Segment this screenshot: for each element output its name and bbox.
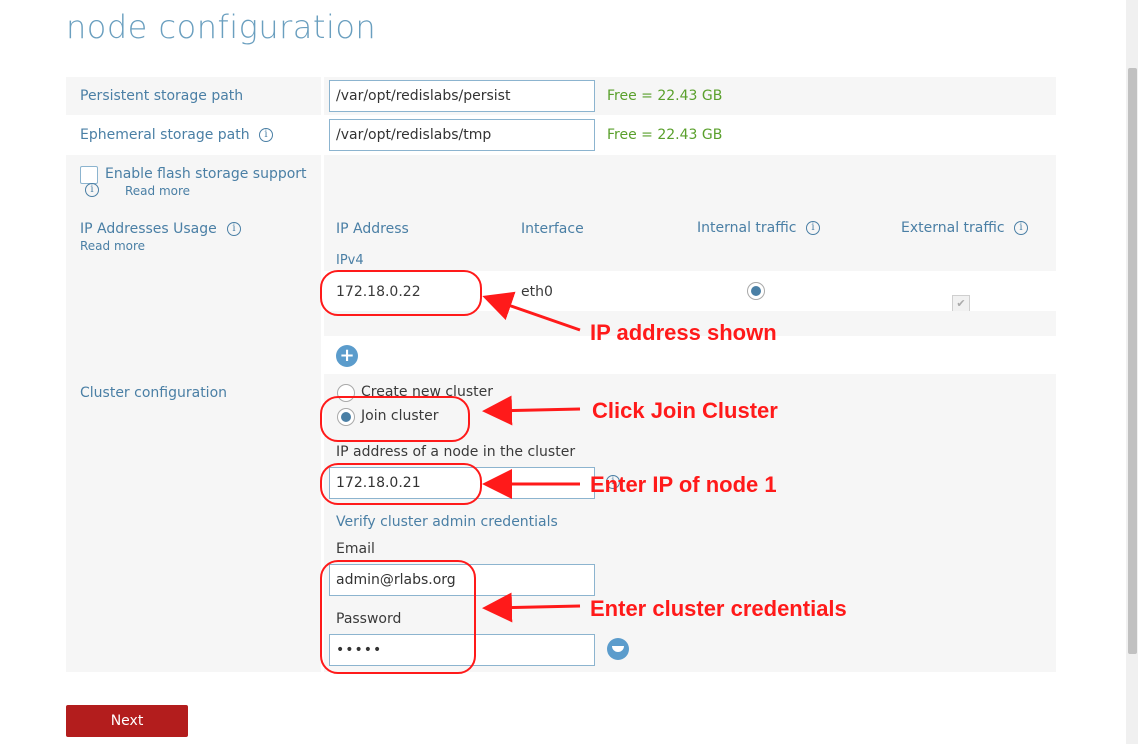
annotation-click-join: Click Join Cluster (592, 398, 778, 423)
arrow-join (482, 395, 581, 426)
arrow-credentials (482, 592, 581, 623)
annotation-enter-ip: Enter IP of node 1 (590, 472, 777, 497)
annotation-ip-shown: IP address shown (590, 320, 777, 345)
annotation-arrows (482, 291, 581, 623)
arrow-ip (482, 291, 581, 332)
annotation-enter-credentials: Enter cluster credentials (590, 596, 847, 621)
